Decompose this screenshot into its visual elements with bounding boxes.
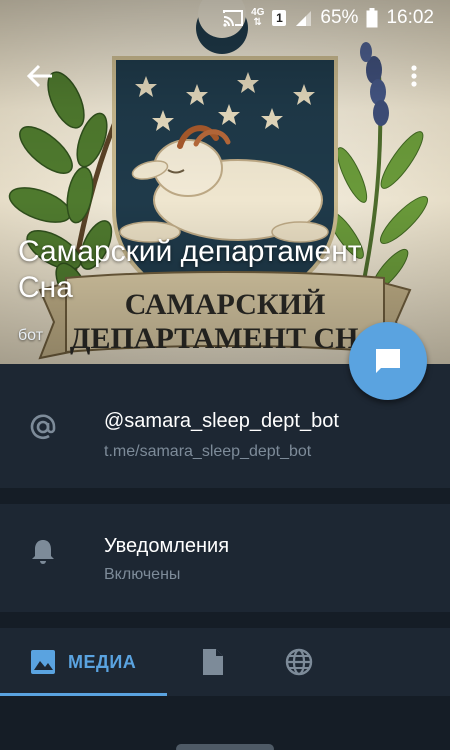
profile-header: САМАРСКИЙ ДЕПАРТАМЕНТ СНА (0, 0, 450, 364)
profile-subtitle: бот (18, 327, 44, 344)
more-options-button[interactable] (402, 58, 426, 94)
back-button[interactable] (22, 58, 58, 94)
battery-percent: 65% (320, 7, 359, 28)
username-value: @samara_sleep_dept_bot (104, 410, 339, 432)
arrow-left-icon (26, 64, 52, 88)
at-sign-icon (26, 410, 60, 444)
media-content-area (0, 696, 450, 750)
notifications-status: Включены (104, 566, 181, 583)
sim-indicator: 1 (272, 10, 287, 26)
chat-icon (376, 349, 400, 373)
tab-files[interactable] (196, 628, 230, 696)
clock: 16:02 (386, 7, 434, 28)
network-type: 4G ⇅ (251, 7, 265, 28)
tab-media-label: МЕДИА (68, 651, 137, 672)
section-divider (0, 612, 450, 628)
emblem-image: САМАРСКИЙ ДЕПАРТАМЕНТ СНА (8, 0, 429, 360)
section-divider (0, 488, 450, 504)
tab-links[interactable] (282, 628, 316, 696)
tab-media[interactable]: МЕДИА (0, 628, 167, 696)
scroll-handle[interactable] (176, 744, 274, 750)
file-icon (203, 649, 223, 675)
message-button[interactable] (349, 322, 427, 400)
notifications-title: Уведомления (104, 535, 230, 557)
svg-text:ДЕПАРТАМЕНТ СНА: ДЕПАРТАМЕНТ СНА (70, 322, 381, 355)
bell-icon (26, 534, 60, 568)
cast-icon (223, 9, 244, 27)
battery-icon (366, 8, 378, 28)
username-link[interactable]: t.me/samara_sleep_dept_bot (104, 443, 311, 461)
profile-name: Самарский департамент Сна (18, 235, 362, 304)
shared-media-tabs: МЕДИА (0, 628, 450, 696)
image-icon (31, 650, 55, 674)
status-bar: 4G ⇅ 1 65% 16:02 (0, 0, 450, 36)
globe-icon (285, 648, 313, 676)
more-vertical-icon (411, 65, 417, 87)
signal-icon (294, 9, 312, 27)
notifications-section[interactable]: Уведомления Включены (0, 504, 450, 612)
